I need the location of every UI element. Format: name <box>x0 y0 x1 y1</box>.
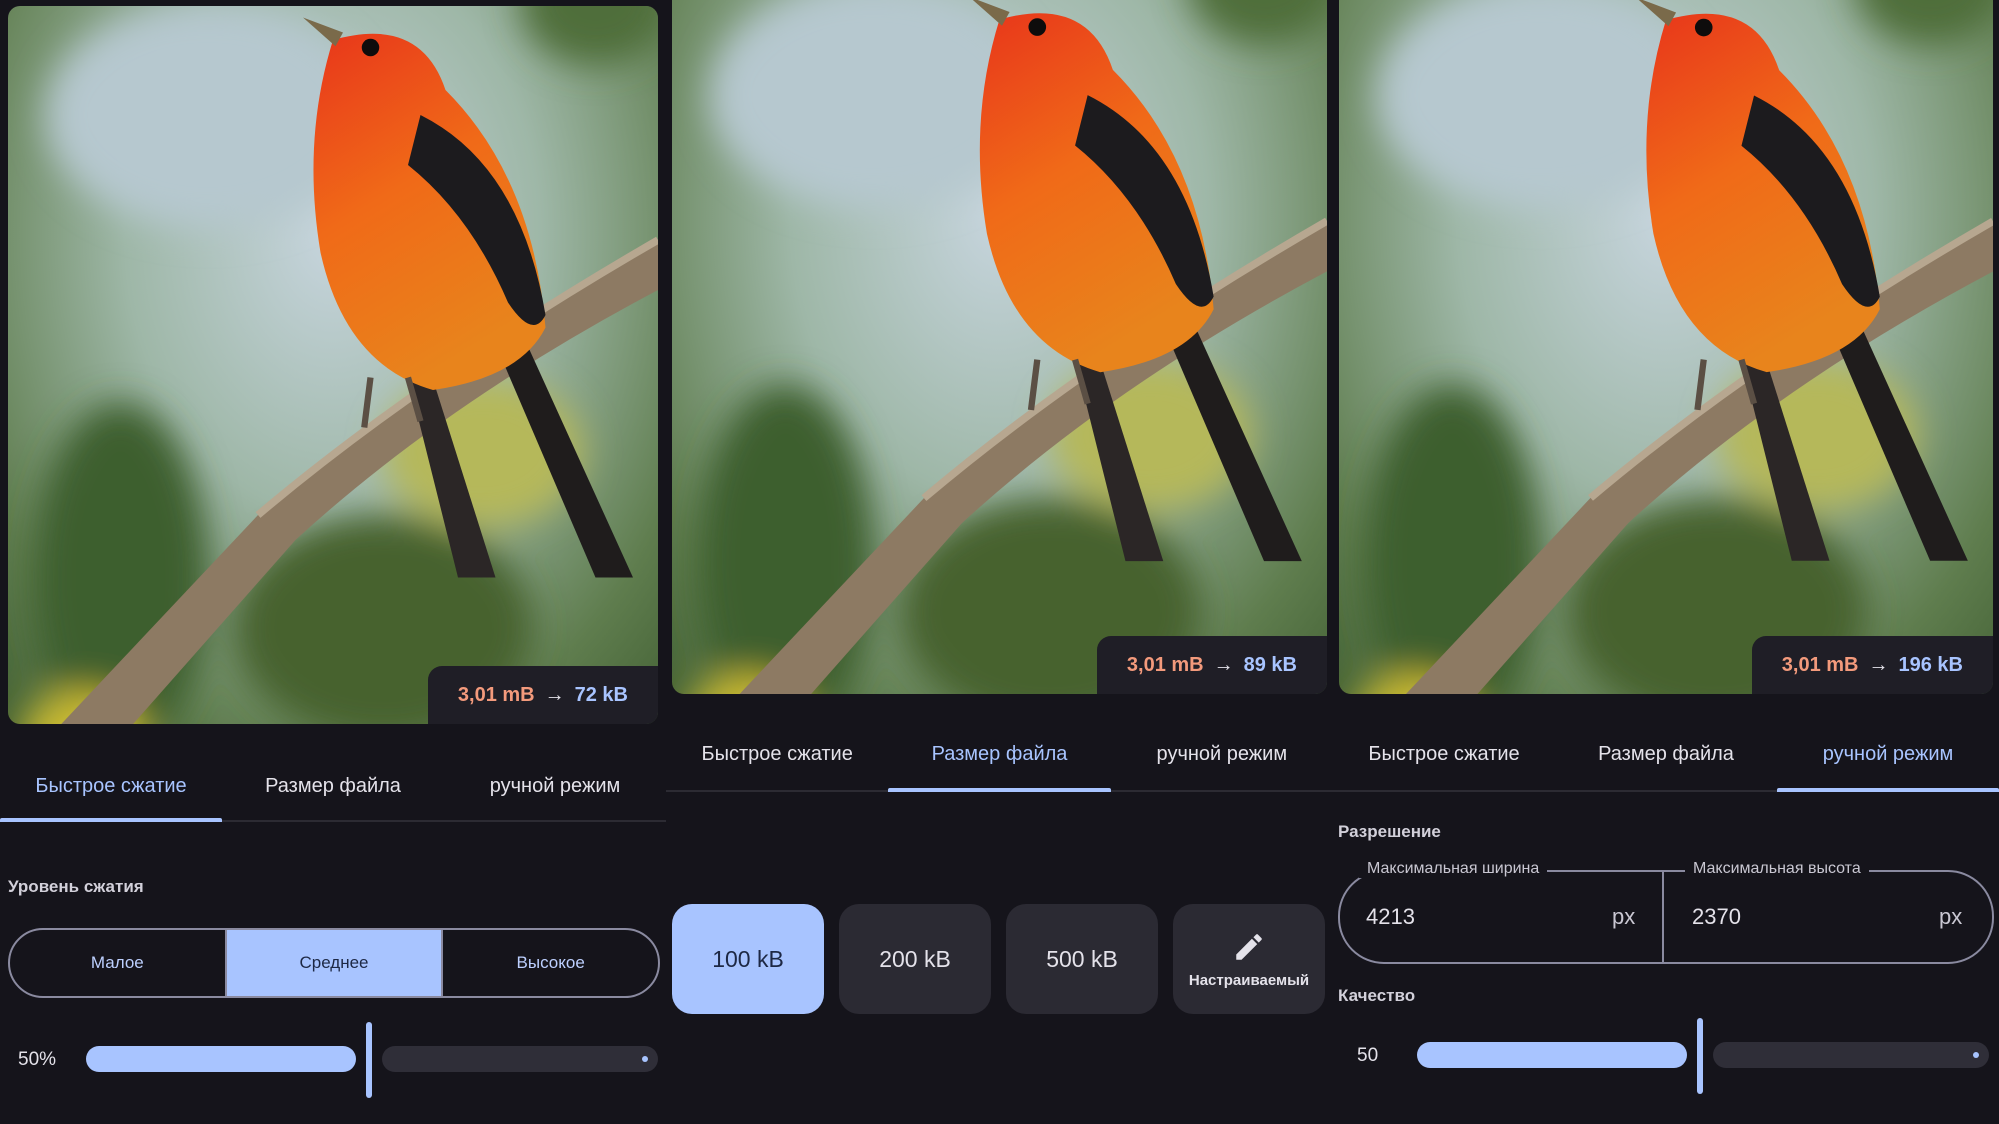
arrow-icon: → <box>1213 653 1234 676</box>
max-height-unit: px <box>1939 904 1963 929</box>
tab-quick-compression[interactable]: Быстрое сжатие <box>0 752 222 822</box>
photo-preview: 3,01 mB → 72 kB <box>8 6 658 724</box>
slider-handle[interactable] <box>366 1022 372 1098</box>
bird-photo <box>8 6 658 724</box>
original-size: 3,01 mB <box>457 683 535 706</box>
max-width-unit: px <box>1612 904 1636 929</box>
tab-manual-mode[interactable]: ручной режим <box>444 752 666 820</box>
tab-file-size[interactable]: Размер файла <box>888 718 1111 792</box>
size-chip-500kb[interactable]: 500 kB <box>1006 904 1158 1014</box>
tab-file-size[interactable]: Размер файла <box>222 752 444 820</box>
tab-bar: Быстрое сжатие Размер файла ручной режим <box>1333 718 1999 792</box>
quality-value: 50 <box>1357 1045 1379 1066</box>
size-badge: 3,01 mB → 72 kB <box>427 666 658 724</box>
custom-size-chip[interactable]: Настраиваемый <box>1173 904 1325 1014</box>
bird-photo <box>672 0 1327 694</box>
compression-level-selector: Малое Среднее Высокое <box>8 928 660 998</box>
slider-value: 50% <box>18 1049 57 1070</box>
target-size-chips: 100 kB 200 kB 500 kB Настраиваемый <box>672 904 1325 1014</box>
max-height-caption: Максимальная высота <box>1685 860 1869 878</box>
screen-quick-compression: 3,01 mB → 72 kB Быстрое сжатие Размер фа… <box>0 0 666 1124</box>
resolution-label: Разрешение <box>1338 822 1441 841</box>
arrow-icon: → <box>1868 653 1889 676</box>
screen-file-size: 3,01 mB → 89 kB Быстрое сжатие Размер фа… <box>666 0 1333 1124</box>
tab-manual-mode[interactable]: ручной режим <box>1777 718 1999 792</box>
pencil-icon <box>1236 933 1262 960</box>
tab-manual-mode[interactable]: ручной режим <box>1111 718 1333 790</box>
level-low-button[interactable]: Малое <box>10 930 227 996</box>
custom-chip-label: Настраиваемый <box>1188 971 1310 989</box>
bird-photo <box>1339 0 1993 694</box>
slider-active-track[interactable] <box>86 1046 356 1072</box>
slider-end-dot <box>1973 1052 1979 1058</box>
size-chip-200kb[interactable]: 200 kB <box>839 904 991 1014</box>
tab-bar: Быстрое сжатие Размер файла ручной режим <box>0 752 666 822</box>
size-chip-100kb[interactable]: 100 kB <box>672 904 824 1014</box>
arrow-icon: → <box>544 683 565 706</box>
compression-level-label: Уровень сжатия <box>8 877 144 896</box>
max-width-caption: Максимальная ширина <box>1359 860 1548 878</box>
compressed-size: 196 kB <box>1898 653 1964 676</box>
photo-preview: 3,01 mB → 196 kB <box>1339 0 1993 694</box>
quality-label: Качество <box>1338 986 1416 1005</box>
tab-quick-compression[interactable]: Быстрое сжатие <box>666 718 888 790</box>
tab-file-size[interactable]: Размер файла <box>1555 718 1777 790</box>
max-width-input[interactable]: 4213 <box>1366 904 1415 930</box>
original-size: 3,01 mB <box>1126 653 1204 676</box>
tab-quick-compression[interactable]: Быстрое сжатие <box>1333 718 1555 790</box>
field-divider <box>1662 872 1664 962</box>
size-badge: 3,01 mB → 196 kB <box>1751 636 1993 694</box>
quality-slider-handle[interactable] <box>1697 1018 1703 1094</box>
level-medium-button[interactable]: Среднее <box>226 930 444 996</box>
original-size: 3,01 mB <box>1781 653 1859 676</box>
photo-preview: 3,01 mB → 89 kB <box>672 0 1327 694</box>
compressed-size: 72 kB <box>574 683 628 706</box>
compressed-size: 89 kB <box>1243 653 1297 676</box>
quality-slider-active-track[interactable] <box>1417 1042 1687 1068</box>
screen-manual-mode: 3,01 mB → 196 kB Быстрое сжатие Размер ф… <box>1333 0 1999 1124</box>
slider-inactive-track[interactable] <box>382 1046 658 1072</box>
resolution-fields: Максимальная ширина 4213 px Максимальная… <box>1338 860 1994 964</box>
tab-bar: Быстрое сжатие Размер файла ручной режим <box>666 718 1333 792</box>
level-high-button[interactable]: Высокое <box>443 930 658 996</box>
max-height-input[interactable]: 2370 <box>1692 904 1741 930</box>
slider-end-dot <box>642 1056 648 1062</box>
quality-slider-inactive-track[interactable] <box>1713 1042 1989 1068</box>
size-badge: 3,01 mB → 89 kB <box>1096 636 1327 694</box>
